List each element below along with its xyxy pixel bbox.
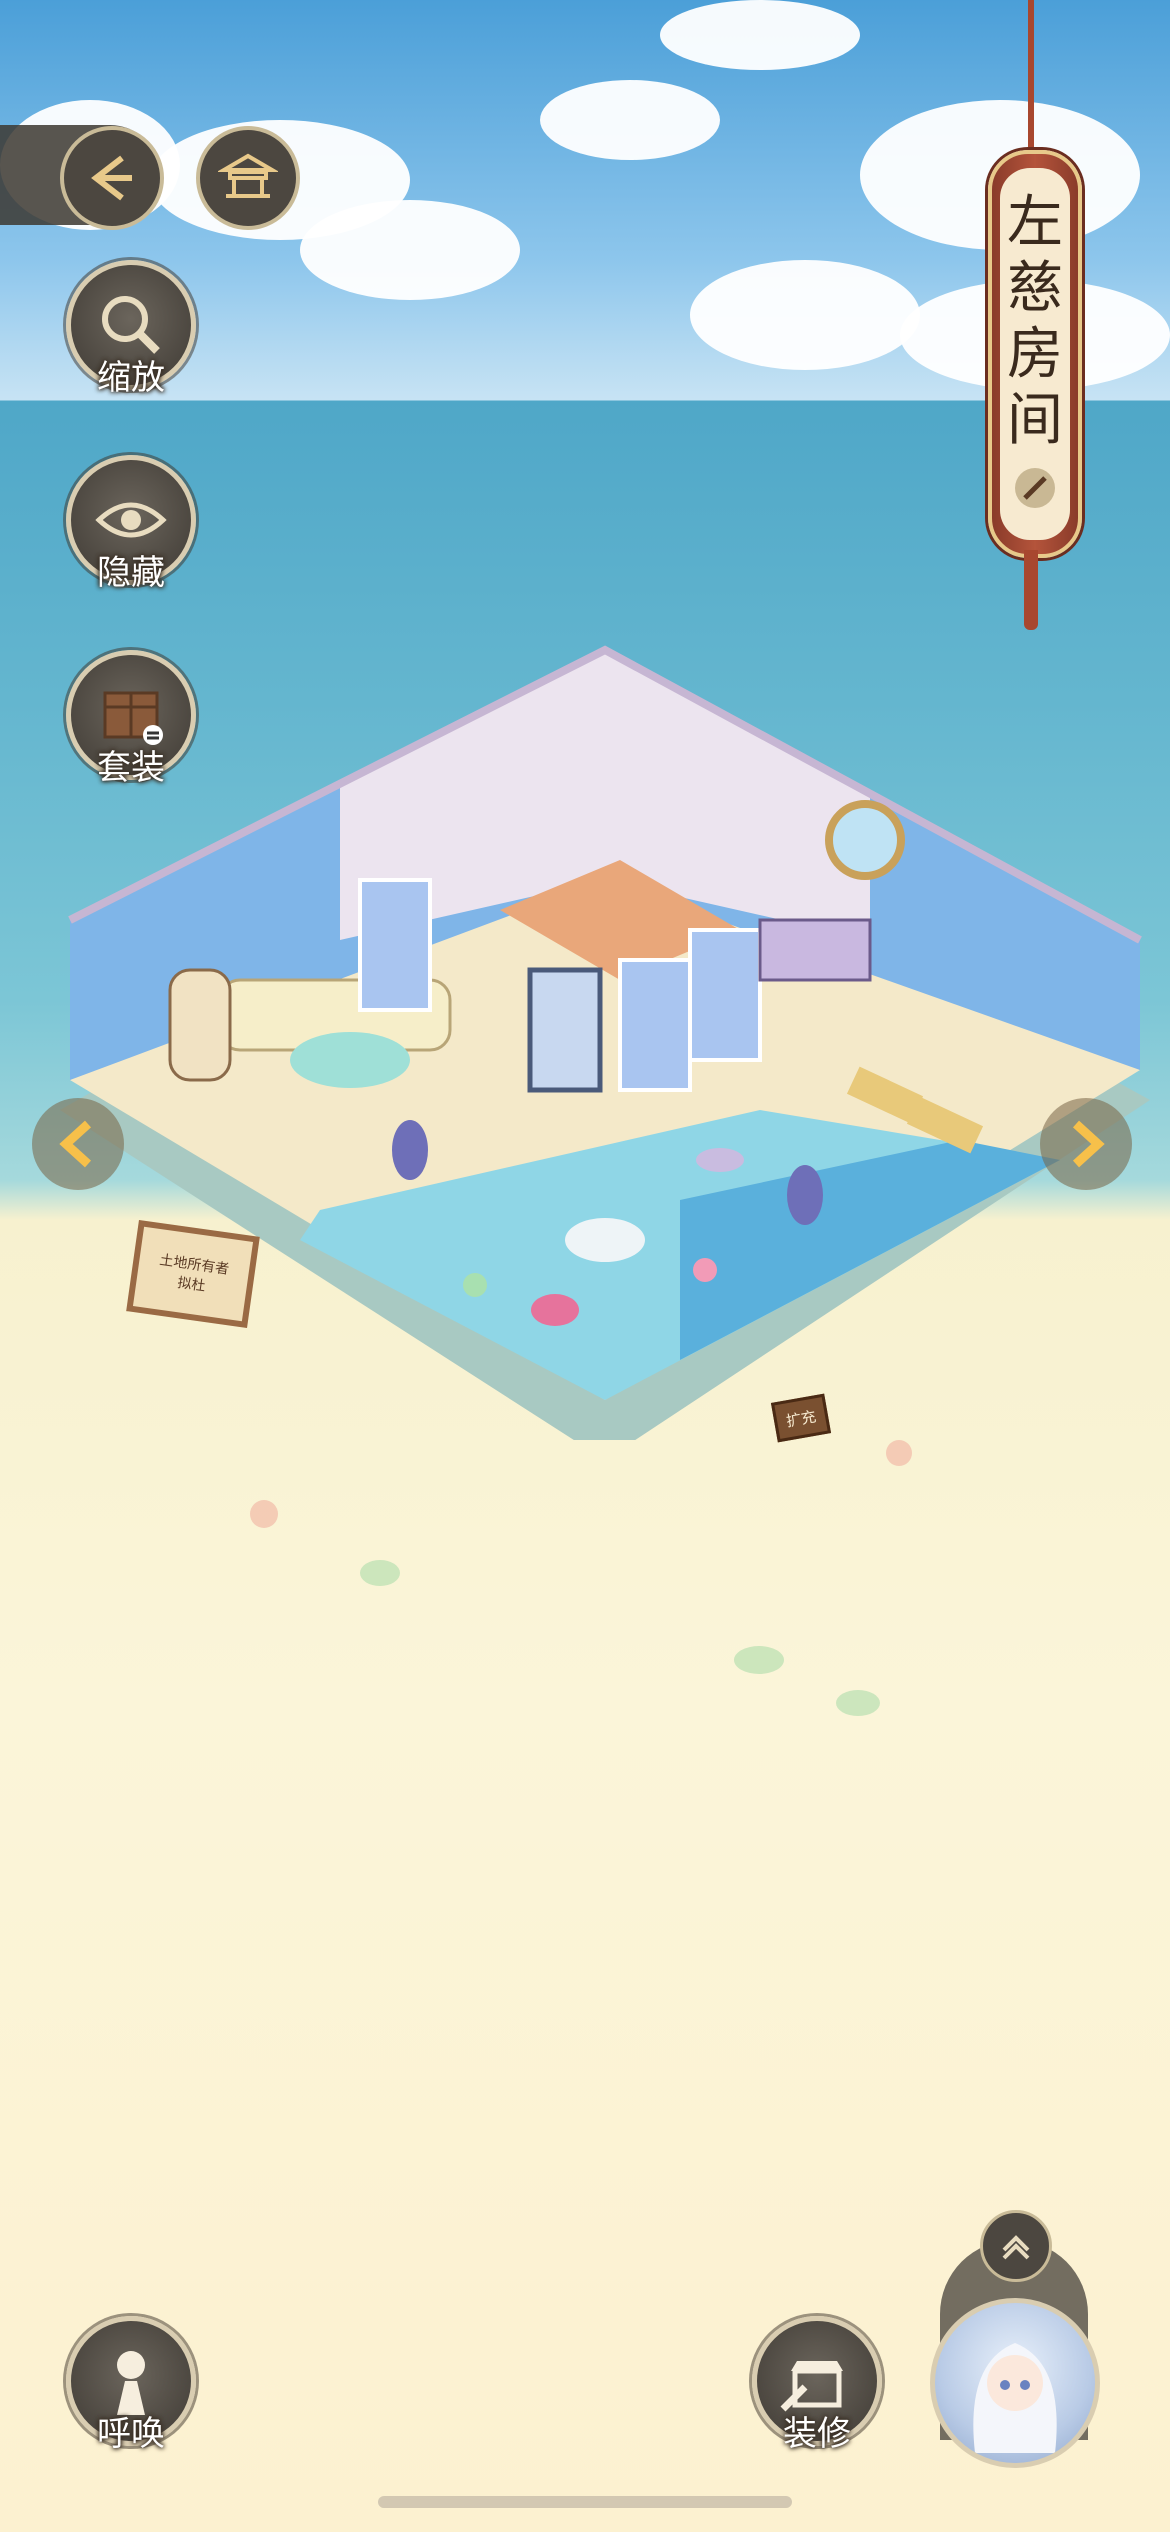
room-title-char: 左	[1007, 190, 1063, 255]
land-owner-sign[interactable]: 土地所有者 拟杜	[126, 1219, 260, 1329]
previous-room-arrow[interactable]	[32, 1098, 124, 1190]
starfish	[463, 1273, 487, 1297]
aquarium-panel	[618, 958, 692, 1092]
bookshelf	[168, 968, 232, 1082]
chevron-left-icon	[59, 1120, 92, 1168]
aquarium-panel	[688, 928, 762, 1062]
chevron-right-icon	[1072, 1120, 1105, 1168]
sand-clover	[734, 1646, 784, 1674]
summon-label: 呼唤	[97, 2414, 165, 2454]
hide-label: 隐藏	[97, 553, 165, 593]
decorate-label: 装修	[783, 2414, 851, 2454]
fish	[696, 1148, 744, 1172]
aquarium-panel	[358, 878, 432, 1012]
brush-edit-icon[interactable]	[1011, 464, 1059, 512]
summon-button[interactable]: 呼唤	[66, 2316, 196, 2454]
cloud	[690, 260, 920, 370]
expand-up-button[interactable]	[980, 2210, 1052, 2282]
expand-sign-label: 扩充	[784, 1407, 818, 1430]
home-indicator	[378, 2496, 792, 2508]
crab	[531, 1294, 579, 1326]
back-arrow-icon	[91, 155, 132, 201]
lantern-cabinet	[527, 967, 603, 1093]
sand-starfish	[250, 1500, 278, 1528]
zoom-button[interactable]: 缩放	[66, 260, 196, 398]
sand-starfish	[886, 1440, 912, 1466]
sand-clover	[360, 1560, 400, 1586]
banner-tassel	[1024, 550, 1038, 630]
starfish	[693, 1258, 717, 1282]
whale	[565, 1218, 645, 1262]
land-sign-line2: 拟杜	[176, 1275, 207, 1295]
penguin	[787, 1165, 823, 1225]
character-portrait-icon	[973, 2343, 1057, 2453]
porthole	[825, 800, 905, 880]
dresser	[758, 918, 872, 982]
zoom-label: 缩放	[97, 358, 165, 398]
room-title-banner: 左 慈 房 间	[988, 150, 1082, 558]
home-button[interactable]	[196, 126, 300, 230]
avatar[interactable]	[930, 2298, 1100, 2468]
penguin	[392, 1120, 428, 1180]
next-room-arrow[interactable]	[1040, 1098, 1132, 1190]
pavilion-icon	[218, 153, 278, 198]
decorate-button[interactable]: 装修	[752, 2316, 882, 2454]
sand-clover	[836, 1690, 880, 1716]
room-title-char: 间	[1007, 388, 1063, 453]
room-title-char: 慈	[1007, 256, 1063, 321]
cloud	[540, 80, 720, 160]
back-button[interactable]	[60, 126, 164, 230]
chevron-up-icon	[1002, 2235, 1030, 2260]
room-title-panel: 左 慈 房 间	[1000, 168, 1070, 540]
cloud	[300, 200, 520, 300]
banner-string	[1028, 0, 1034, 150]
hide-button[interactable]: 隐藏	[66, 455, 196, 593]
ice-table	[290, 1032, 410, 1088]
cloud	[660, 0, 860, 70]
game-scene: 缩放 隐藏 套装 左 慈 房 间 土地所有者 拟杜 扩充 呼唤 装修	[0, 0, 1170, 2532]
room-title-char: 房	[1007, 322, 1063, 387]
